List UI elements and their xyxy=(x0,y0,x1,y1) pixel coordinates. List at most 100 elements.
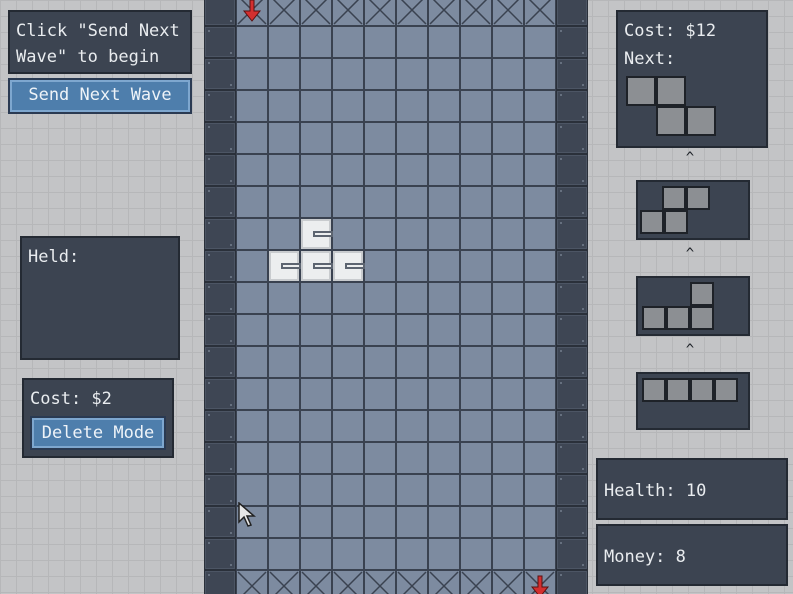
floor-cell[interactable] xyxy=(300,506,332,538)
floor-cell[interactable] xyxy=(396,538,428,570)
floor-cell[interactable] xyxy=(332,538,364,570)
floor-cell[interactable] xyxy=(268,314,300,346)
floor-cell[interactable] xyxy=(364,282,396,314)
floor-cell[interactable] xyxy=(332,218,364,250)
floor-cell[interactable] xyxy=(268,378,300,410)
floor-cell[interactable] xyxy=(396,218,428,250)
floor-cell[interactable] xyxy=(364,538,396,570)
floor-cell[interactable] xyxy=(364,122,396,154)
floor-cell[interactable] xyxy=(460,282,492,314)
floor-cell[interactable] xyxy=(396,346,428,378)
floor-cell[interactable] xyxy=(396,378,428,410)
floor-cell[interactable] xyxy=(492,506,524,538)
floor-cell[interactable] xyxy=(524,186,556,218)
floor-cell[interactable] xyxy=(460,474,492,506)
floor-cell[interactable] xyxy=(364,474,396,506)
floor-cell[interactable] xyxy=(428,410,460,442)
floor-cell[interactable] xyxy=(524,58,556,90)
floor-cell[interactable] xyxy=(236,378,268,410)
floor-cell[interactable] xyxy=(428,346,460,378)
floor-cell[interactable] xyxy=(268,122,300,154)
floor-cell[interactable] xyxy=(460,314,492,346)
floor-cell[interactable] xyxy=(460,218,492,250)
floor-cell[interactable] xyxy=(364,58,396,90)
floor-cell[interactable] xyxy=(364,410,396,442)
floor-cell[interactable] xyxy=(396,282,428,314)
floor-cell[interactable] xyxy=(492,154,524,186)
floor-cell[interactable] xyxy=(460,90,492,122)
floor-cell[interactable] xyxy=(300,154,332,186)
send-next-wave-button[interactable]: Send Next Wave xyxy=(8,78,192,114)
game-board[interactable] xyxy=(204,0,588,594)
floor-cell[interactable] xyxy=(524,26,556,58)
floor-cell[interactable] xyxy=(460,506,492,538)
floor-cell[interactable] xyxy=(268,442,300,474)
floor-cell[interactable] xyxy=(332,506,364,538)
floor-cell[interactable] xyxy=(396,186,428,218)
floor-cell[interactable] xyxy=(332,58,364,90)
floor-cell[interactable] xyxy=(460,410,492,442)
floor-cell[interactable] xyxy=(364,250,396,282)
floor-cell[interactable] xyxy=(300,410,332,442)
floor-cell[interactable] xyxy=(428,282,460,314)
floor-cell[interactable] xyxy=(492,442,524,474)
floor-cell[interactable] xyxy=(396,506,428,538)
floor-cell[interactable] xyxy=(524,314,556,346)
floor-cell[interactable] xyxy=(268,26,300,58)
floor-cell[interactable] xyxy=(236,538,268,570)
floor-cell[interactable] xyxy=(364,314,396,346)
floor-cell[interactable] xyxy=(460,346,492,378)
floor-cell[interactable] xyxy=(492,410,524,442)
floor-cell[interactable] xyxy=(236,282,268,314)
floor-cell[interactable] xyxy=(460,26,492,58)
floor-cell[interactable] xyxy=(300,90,332,122)
floor-cell[interactable] xyxy=(396,90,428,122)
floor-cell[interactable] xyxy=(524,474,556,506)
floor-cell[interactable] xyxy=(332,122,364,154)
floor-cell[interactable] xyxy=(396,154,428,186)
floor-cell[interactable] xyxy=(492,250,524,282)
floor-cell[interactable] xyxy=(332,410,364,442)
floor-cell[interactable] xyxy=(332,282,364,314)
floor-cell[interactable] xyxy=(268,410,300,442)
floor-cell[interactable] xyxy=(492,314,524,346)
floor-cell[interactable] xyxy=(332,346,364,378)
floor-cell[interactable] xyxy=(236,90,268,122)
floor-cell[interactable] xyxy=(332,314,364,346)
floor-cell[interactable] xyxy=(300,282,332,314)
floor-cell[interactable] xyxy=(492,378,524,410)
floor-cell[interactable] xyxy=(364,186,396,218)
floor-cell[interactable] xyxy=(524,506,556,538)
floor-cell[interactable] xyxy=(524,442,556,474)
floor-cell[interactable] xyxy=(460,154,492,186)
floor-cell[interactable] xyxy=(268,346,300,378)
floor-cell[interactable] xyxy=(524,346,556,378)
floor-cell[interactable] xyxy=(364,154,396,186)
floor-cell[interactable] xyxy=(268,186,300,218)
floor-cell[interactable] xyxy=(396,58,428,90)
floor-cell[interactable] xyxy=(428,314,460,346)
floor-cell[interactable] xyxy=(492,122,524,154)
floor-cell[interactable] xyxy=(300,186,332,218)
floor-cell[interactable] xyxy=(268,218,300,250)
floor-cell[interactable] xyxy=(236,154,268,186)
floor-cell[interactable] xyxy=(428,538,460,570)
floor-cell[interactable] xyxy=(428,474,460,506)
floor-cell[interactable] xyxy=(524,282,556,314)
floor-cell[interactable] xyxy=(236,442,268,474)
floor-cell[interactable] xyxy=(492,538,524,570)
floor-cell[interactable] xyxy=(428,186,460,218)
floor-cell[interactable] xyxy=(524,90,556,122)
floor-cell[interactable] xyxy=(460,58,492,90)
floor-cell[interactable] xyxy=(364,218,396,250)
floor-cell[interactable] xyxy=(236,58,268,90)
floor-cell[interactable] xyxy=(492,186,524,218)
floor-cell[interactable] xyxy=(268,154,300,186)
floor-cell[interactable] xyxy=(300,538,332,570)
floor-cell[interactable] xyxy=(236,314,268,346)
turret-tower[interactable] xyxy=(301,219,333,249)
floor-cell[interactable] xyxy=(236,250,268,282)
floor-cell[interactable] xyxy=(492,58,524,90)
floor-cell[interactable] xyxy=(524,250,556,282)
floor-cell[interactable] xyxy=(492,346,524,378)
